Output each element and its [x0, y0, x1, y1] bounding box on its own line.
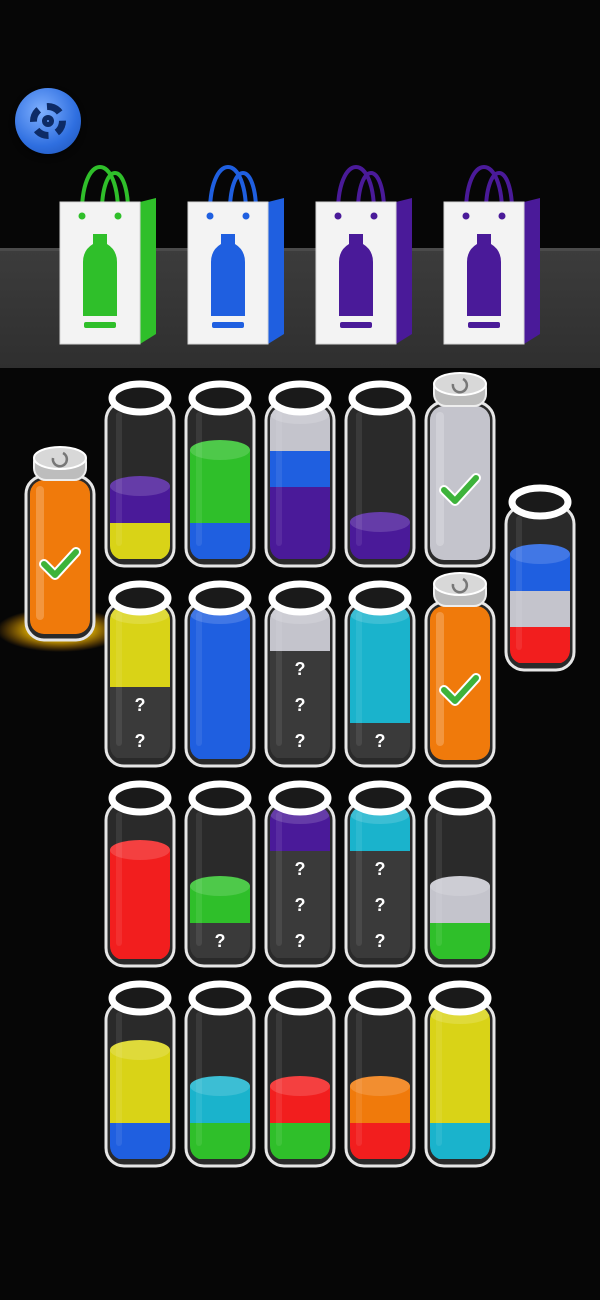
tube[interactable]	[104, 380, 176, 568]
tube-rim	[108, 780, 172, 816]
glass-highlight	[116, 612, 122, 746]
tube[interactable]	[504, 484, 576, 672]
tube-rim	[188, 980, 252, 1016]
glass-highlight	[196, 812, 202, 946]
glass-highlight	[516, 516, 522, 650]
bag-side	[268, 198, 284, 344]
glass-highlight	[116, 1012, 122, 1146]
unknown-mark: ?	[295, 859, 306, 879]
unknown-mark: ?	[135, 731, 146, 751]
glass-highlight	[276, 812, 282, 946]
tube[interactable]	[424, 572, 496, 768]
unknown-mark: ?	[295, 731, 306, 751]
tube[interactable]	[424, 372, 496, 568]
unknown-mark: ?	[375, 895, 386, 915]
tube-rim	[428, 780, 492, 816]
tube-rim	[348, 580, 412, 616]
unknown-mark: ?	[215, 931, 226, 951]
tube[interactable]	[264, 980, 336, 1168]
tube-rim	[108, 580, 172, 616]
glass-highlight	[116, 812, 122, 946]
bag-stripe	[340, 322, 372, 328]
tube[interactable]: ?	[184, 780, 256, 968]
tube-rim	[348, 980, 412, 1016]
glass-highlight	[436, 612, 444, 746]
unknown-mark: ?	[295, 659, 306, 679]
unknown-mark: ?	[375, 859, 386, 879]
tube[interactable]	[184, 580, 256, 768]
bag-purple	[315, 165, 412, 345]
bag-stripe	[84, 322, 116, 328]
glass-highlight	[116, 412, 122, 546]
glass-highlight	[436, 412, 444, 546]
tube-rim	[348, 780, 412, 816]
bag-hole	[206, 212, 214, 220]
bag-hole	[370, 212, 378, 220]
tube-rim	[348, 380, 412, 416]
glass-highlight	[36, 486, 44, 620]
tube-rim	[268, 380, 332, 416]
glass-highlight	[196, 612, 202, 746]
tube[interactable]	[104, 780, 176, 968]
bag-stripe	[212, 322, 244, 328]
bag-blue	[187, 165, 284, 345]
tube-rim	[428, 980, 492, 1016]
tube-rim	[108, 380, 172, 416]
tube[interactable]	[424, 780, 496, 968]
tube[interactable]: ???	[264, 580, 336, 768]
glass-highlight	[356, 1012, 362, 1146]
glass-highlight	[356, 812, 362, 946]
bag-hole	[114, 212, 122, 220]
unknown-mark: ?	[375, 931, 386, 951]
bag-green	[59, 165, 156, 345]
glass-highlight	[436, 812, 442, 946]
tube[interactable]: ??	[104, 580, 176, 768]
glass-highlight	[356, 412, 362, 546]
glass-highlight	[436, 1012, 442, 1146]
bag-side	[396, 198, 412, 344]
unknown-mark: ?	[295, 931, 306, 951]
tube-rim	[188, 780, 252, 816]
tube[interactable]	[184, 380, 256, 568]
tube-rim	[108, 980, 172, 1016]
tube-rim	[188, 380, 252, 416]
tube[interactable]: ???	[264, 780, 336, 968]
tube-rim	[268, 780, 332, 816]
bag-hole	[78, 212, 86, 220]
tube[interactable]	[264, 380, 336, 568]
bag-side	[140, 198, 156, 344]
glass-highlight	[276, 1012, 282, 1146]
tube[interactable]	[184, 980, 256, 1168]
unknown-mark: ?	[295, 895, 306, 915]
unknown-mark: ?	[135, 695, 146, 715]
tube-rim	[268, 580, 332, 616]
bag-hole	[498, 212, 506, 220]
bag-hole	[334, 212, 342, 220]
glass-highlight	[276, 412, 282, 546]
bag-hole	[242, 212, 250, 220]
tube[interactable]	[104, 980, 176, 1168]
tube[interactable]	[344, 380, 416, 568]
glass-highlight	[356, 612, 362, 746]
bag-hole	[462, 212, 470, 220]
glass-highlight	[276, 612, 282, 746]
tube[interactable]	[424, 980, 496, 1168]
game-board: ?????????????	[0, 165, 576, 1168]
unknown-mark: ?	[295, 695, 306, 715]
tube[interactable]: ???	[344, 780, 416, 968]
bag-purple	[443, 165, 540, 345]
unknown-mark: ?	[375, 731, 386, 751]
tube[interactable]	[344, 980, 416, 1168]
glass-highlight	[196, 412, 202, 546]
tube-rim	[508, 484, 572, 520]
tube-rim	[188, 580, 252, 616]
glass-highlight	[196, 1012, 202, 1146]
bag-stripe	[468, 322, 500, 328]
bag-side	[524, 198, 540, 344]
tube-rim	[268, 980, 332, 1016]
tube[interactable]: ?	[344, 580, 416, 768]
